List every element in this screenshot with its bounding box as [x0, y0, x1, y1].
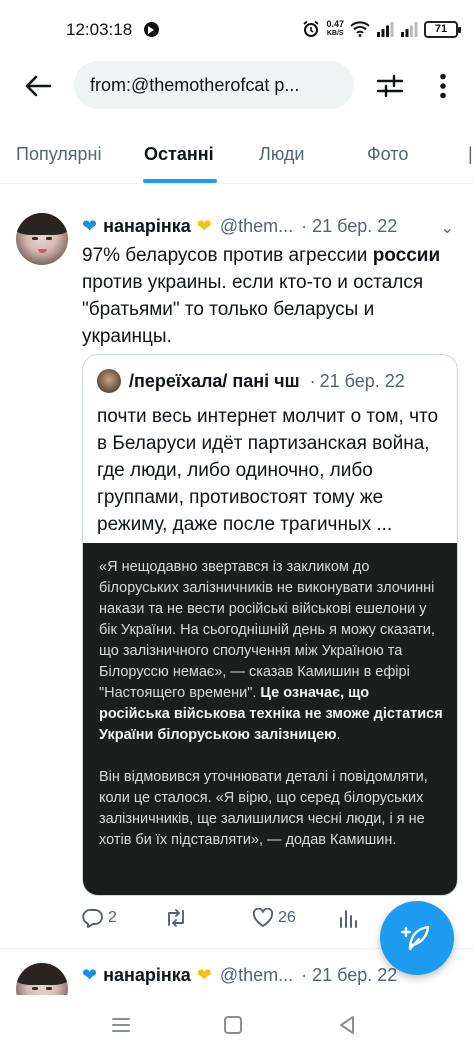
alarm-icon	[303, 20, 320, 37]
quote-avatar	[97, 369, 121, 393]
analytics-icon	[340, 910, 357, 928]
tweet-date[interactable]: · 21 бер. 22	[301, 965, 397, 986]
like-count: 26	[278, 909, 296, 926]
system-nav-bar	[0, 995, 474, 1053]
reply-button[interactable]: 2	[82, 908, 117, 928]
quote-author-name: /переїхала/ пані чш	[129, 370, 300, 391]
compose-button[interactable]	[380, 901, 454, 975]
tweet-header: ❤ нанарінка ❤ @them... · 21 бер. 22	[82, 965, 397, 986]
signal-icon-2	[401, 22, 418, 37]
tab-overflow[interactable]: |	[468, 144, 473, 165]
heart-icon	[252, 908, 274, 927]
avatar[interactable]	[16, 213, 68, 265]
author-handle[interactable]: @them...	[220, 216, 293, 237]
arrow-left-icon	[25, 75, 51, 97]
author-name[interactable]: нанарінка	[103, 965, 191, 986]
more-button[interactable]	[428, 68, 458, 104]
tweet-header: ❤ нанарінка ❤ @them... · 21 бер. 22	[82, 216, 397, 237]
quote-image[interactable]: «Я нещодавно звертався із закликом до бі…	[83, 543, 457, 895]
wifi-icon	[350, 21, 370, 37]
quote-header: /переїхала/ пані чш · 21 бер. 22	[97, 369, 405, 393]
yellow-heart-icon: ❤	[196, 216, 212, 236]
blue-heart-icon: ❤	[82, 216, 98, 236]
tweet-text: 97% беларусов против агрессии россии про…	[82, 242, 452, 350]
tweet-text-part: против украины. если кто-то и остался "б…	[82, 272, 424, 347]
yellow-heart-icon: ❤	[196, 965, 212, 985]
home-button[interactable]	[221, 1013, 245, 1037]
tab-people[interactable]: Люди	[259, 144, 304, 165]
tab-latest[interactable]: Останні	[144, 144, 214, 165]
filter-button[interactable]	[372, 68, 408, 104]
tweet-date[interactable]: · 21 бер. 22	[301, 216, 397, 237]
retweet-button[interactable]	[164, 908, 192, 928]
author-name[interactable]: нанарінка	[103, 216, 191, 237]
tab-bar: Популярні Останні Люди Фото |	[0, 132, 474, 184]
status-icons: 0.47 KB/S 71	[302, 17, 461, 41]
status-bar: 12:03:18 0.47 KB/S 71	[0, 0, 474, 58]
analytics-button[interactable]	[338, 908, 358, 928]
quote-date: 21 бер. 22	[319, 370, 405, 391]
author-handle[interactable]: @them...	[220, 965, 293, 986]
blue-heart-icon: ❤	[82, 965, 98, 985]
image-paragraph-2: Він відмовився уточнювати деталі і повід…	[99, 769, 428, 848]
chevron-down-icon[interactable]: ⌄	[441, 218, 454, 238]
battery-icon: 71	[424, 20, 461, 38]
triangle-back-icon	[340, 1016, 354, 1034]
tab-photos[interactable]: Фото	[367, 144, 408, 165]
net-speed: 0.47 KB/S	[326, 20, 344, 38]
net-speed-value: 0.47	[326, 19, 344, 29]
sliders-icon	[376, 74, 404, 98]
quoted-tweet[interactable]: /переїхала/ пані чш · 21 бер. 22 почти в…	[82, 354, 458, 896]
net-speed-unit: KB/S	[326, 30, 344, 37]
compose-feather-icon	[401, 925, 430, 951]
active-tab-indicator	[143, 179, 217, 183]
back-button[interactable]	[20, 68, 56, 104]
status-time: 12:03:18	[66, 20, 133, 39]
quote-text: почти весь интернет молчит о том, что в …	[97, 406, 439, 535]
reply-icon	[82, 909, 103, 928]
tweet-text-part: 97% беларусов против агрессии	[82, 245, 373, 266]
reply-count: 2	[108, 909, 117, 926]
more-vertical-icon	[440, 73, 446, 99]
square-icon	[224, 1016, 242, 1034]
recents-button[interactable]	[109, 1013, 133, 1037]
like-button[interactable]: 26	[252, 908, 296, 928]
tweet-text-bold: россии	[372, 245, 441, 266]
menu-lines-icon	[112, 1018, 130, 1032]
tab-popular[interactable]: Популярні	[16, 144, 102, 165]
system-back-button[interactable]	[335, 1013, 359, 1037]
search-input[interactable]: from:@themotherofcat p...	[74, 61, 354, 109]
signal-icon-1	[377, 22, 394, 37]
notification-icon	[144, 22, 159, 37]
image-paragraph-1: «Я нещодавно звертався із закликом до бі…	[99, 559, 443, 743]
top-bar: from:@themotherofcat p...	[0, 58, 474, 114]
retweet-icon	[168, 909, 184, 927]
